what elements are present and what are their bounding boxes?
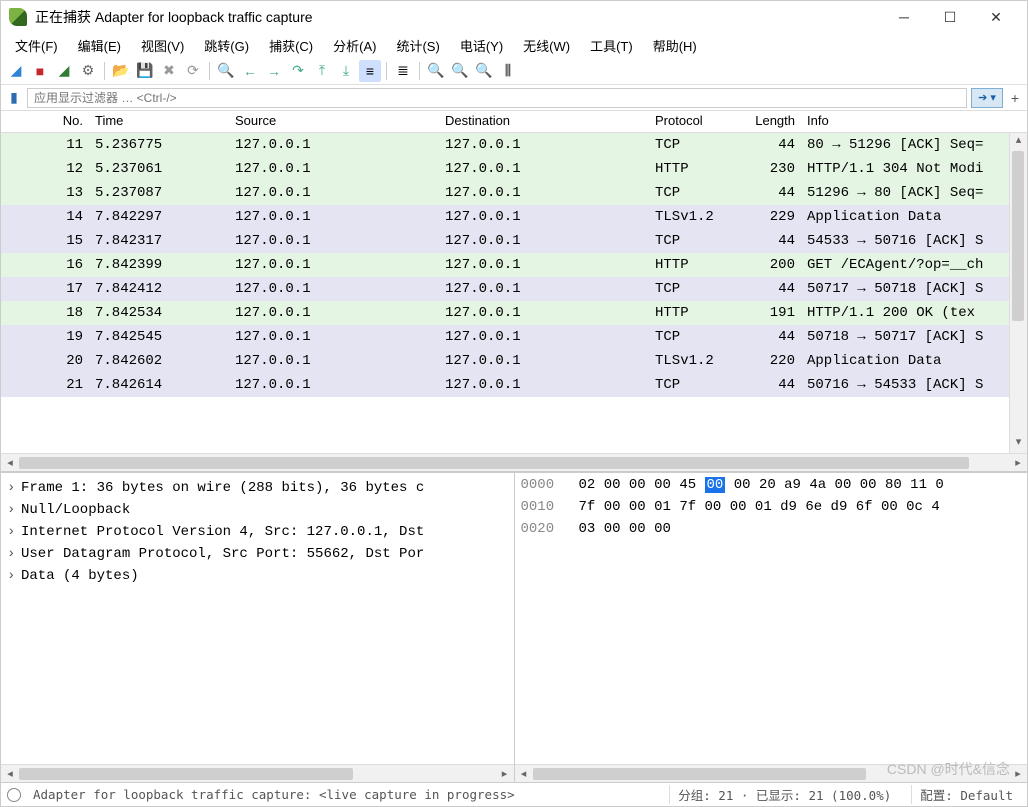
minimize-button[interactable]: ─: [881, 2, 927, 32]
hex-row[interactable]: 00107f 00 00 01 7f 00 00 01 d9 6e d9 6f …: [521, 499, 1022, 521]
packet-bytes-pane: 000002 00 00 00 45 00 00 20 a9 4a 00 00 …: [515, 473, 1028, 782]
zoom-out-icon[interactable]: 🔍: [449, 60, 471, 82]
menubar: 文件(F) 编辑(E) 视图(V) 跳转(G) 捕获(C) 分析(A) 统计(S…: [1, 33, 1027, 57]
packet-list-pane: No. Time Source Destination Protocol Len…: [1, 111, 1027, 472]
zoom-in-icon[interactable]: 🔍: [425, 60, 447, 82]
col-time[interactable]: Time: [89, 111, 229, 132]
window-title: 正在捕获 Adapter for loopback traffic captur…: [35, 7, 881, 27]
menu-analyze[interactable]: 分析(A): [325, 34, 384, 57]
separator: [386, 62, 387, 80]
detail-tree[interactable]: ›Frame 1: 36 bytes on wire (288 bits), 3…: [1, 473, 514, 764]
expand-icon[interactable]: ›: [7, 546, 21, 562]
statusbar: Adapter for loopback traffic capture: <l…: [1, 782, 1027, 806]
packet-row[interactable]: 197.842545127.0.0.1127.0.0.1TCP4450718 →…: [1, 325, 1027, 349]
packet-row[interactable]: 147.842297127.0.0.1127.0.0.1TLSv1.2229Ap…: [1, 205, 1027, 229]
colorize-icon[interactable]: ≣: [392, 60, 414, 82]
menu-wireless[interactable]: 无线(W): [515, 34, 578, 57]
expand-icon[interactable]: ›: [7, 568, 21, 584]
add-filter-button[interactable]: +: [1007, 88, 1023, 108]
expert-info-icon[interactable]: [7, 788, 21, 802]
packet-row[interactable]: 207.842602127.0.0.1127.0.0.1TLSv1.2220Ap…: [1, 349, 1027, 373]
detail-hscroll[interactable]: ◂▸: [1, 764, 514, 782]
packet-row[interactable]: 125.237061127.0.0.1127.0.0.1HTTP230HTTP/…: [1, 157, 1027, 181]
resize-columns-icon[interactable]: ⫼: [497, 60, 519, 82]
menu-telephony[interactable]: 电话(Y): [452, 34, 511, 57]
titlebar: 正在捕获 Adapter for loopback traffic captur…: [1, 1, 1027, 33]
go-first-icon[interactable]: ⤒: [311, 60, 333, 82]
packet-row[interactable]: 217.842614127.0.0.1127.0.0.1TCP4450716 →…: [1, 373, 1027, 397]
stop-capture-icon[interactable]: ■: [29, 60, 51, 82]
zoom-reset-icon[interactable]: 🔍: [473, 60, 495, 82]
bookmark-icon[interactable]: ▮: [5, 89, 23, 107]
auto-scroll-icon[interactable]: ≡: [359, 60, 381, 82]
col-info[interactable]: Info: [801, 111, 1027, 132]
menu-tools[interactable]: 工具(T): [582, 34, 641, 57]
packet-row[interactable]: 177.842412127.0.0.1127.0.0.1TCP4450717 →…: [1, 277, 1027, 301]
menu-edit[interactable]: 编辑(E): [70, 34, 129, 57]
expand-icon[interactable]: ›: [7, 480, 21, 496]
status-profile[interactable]: 配置: Default: [911, 785, 1021, 804]
packet-rows[interactable]: 115.236775127.0.0.1127.0.0.1TCP4480 → 51…: [1, 133, 1027, 453]
menu-statistics[interactable]: 统计(S): [388, 34, 447, 57]
vertical-scrollbar[interactable]: ▴ ▾: [1009, 133, 1027, 453]
status-main: Adapter for loopback traffic capture: <l…: [33, 787, 657, 802]
col-source[interactable]: Source: [229, 111, 439, 132]
tree-item[interactable]: ›User Datagram Protocol, Src Port: 55662…: [7, 543, 508, 565]
expression-button[interactable]: ➔ ▾: [971, 88, 1003, 108]
menu-capture[interactable]: 捕获(C): [261, 34, 321, 57]
status-packets: 分组: 21 · 已显示: 21 (100.0%): [669, 785, 899, 804]
hex-row[interactable]: 000002 00 00 00 45 00 00 20 a9 4a 00 00 …: [521, 477, 1022, 499]
restart-capture-icon[interactable]: ◢: [53, 60, 75, 82]
packet-row[interactable]: 157.842317127.0.0.1127.0.0.1TCP4454533 →…: [1, 229, 1027, 253]
separator: [419, 62, 420, 80]
menu-help[interactable]: 帮助(H): [645, 34, 705, 57]
packet-row[interactable]: 115.236775127.0.0.1127.0.0.1TCP4480 → 51…: [1, 133, 1027, 157]
expand-icon[interactable]: ›: [7, 524, 21, 540]
go-to-packet-icon[interactable]: ↷: [287, 60, 309, 82]
column-header: No. Time Source Destination Protocol Len…: [1, 111, 1027, 133]
hex-hscroll[interactable]: ◂▸: [515, 764, 1028, 782]
menu-go[interactable]: 跳转(G): [196, 34, 257, 57]
hex-row[interactable]: 002003 00 00 00: [521, 521, 1022, 543]
col-protocol[interactable]: Protocol: [649, 111, 739, 132]
col-destination[interactable]: Destination: [439, 111, 649, 132]
horizontal-scrollbar[interactable]: ◂ ▸: [1, 453, 1027, 471]
maximize-button[interactable]: ☐: [927, 2, 973, 32]
packet-row[interactable]: 167.842399127.0.0.1127.0.0.1HTTP200GET /…: [1, 253, 1027, 277]
separator: [104, 62, 105, 80]
menu-file[interactable]: 文件(F): [7, 34, 66, 57]
toolbar: ◢ ■ ◢ ⚙ 📂 💾 ✖ ⟳ 🔍 ← → ↷ ⤒ ⤓ ≡ ≣ 🔍 🔍 🔍 ⫼: [1, 57, 1027, 85]
expand-icon[interactable]: ›: [7, 502, 21, 518]
separator: [209, 62, 210, 80]
packet-row[interactable]: 135.237087127.0.0.1127.0.0.1TCP4451296 →…: [1, 181, 1027, 205]
close-button[interactable]: ✕: [973, 2, 1019, 32]
go-forward-icon[interactable]: →: [263, 60, 285, 82]
find-packet-icon[interactable]: 🔍: [215, 60, 237, 82]
filter-bar: ▮ ➔ ▾ +: [1, 85, 1027, 111]
col-no[interactable]: No.: [1, 111, 89, 132]
go-last-icon[interactable]: ⤓: [335, 60, 357, 82]
col-length[interactable]: Length: [739, 111, 801, 132]
save-file-icon[interactable]: 💾: [134, 60, 156, 82]
packet-row[interactable]: 187.842534127.0.0.1127.0.0.1HTTP191HTTP/…: [1, 301, 1027, 325]
open-file-icon[interactable]: 📂: [110, 60, 132, 82]
hex-dump[interactable]: 000002 00 00 00 45 00 00 20 a9 4a 00 00 …: [515, 473, 1028, 764]
tree-item[interactable]: ›Null/Loopback: [7, 499, 508, 521]
reload-icon[interactable]: ⟳: [182, 60, 204, 82]
tree-item[interactable]: ›Data (4 bytes): [7, 565, 508, 587]
packet-details-pane: ›Frame 1: 36 bytes on wire (288 bits), 3…: [1, 473, 515, 782]
close-file-icon[interactable]: ✖: [158, 60, 180, 82]
menu-view[interactable]: 视图(V): [133, 34, 192, 57]
lower-panes: ›Frame 1: 36 bytes on wire (288 bits), 3…: [1, 472, 1027, 782]
go-back-icon[interactable]: ←: [239, 60, 261, 82]
start-capture-icon[interactable]: ◢: [5, 60, 27, 82]
capture-options-icon[interactable]: ⚙: [77, 60, 99, 82]
tree-item[interactable]: ›Internet Protocol Version 4, Src: 127.0…: [7, 521, 508, 543]
tree-item[interactable]: ›Frame 1: 36 bytes on wire (288 bits), 3…: [7, 477, 508, 499]
wireshark-icon: [9, 8, 27, 26]
display-filter-input[interactable]: [27, 88, 967, 108]
